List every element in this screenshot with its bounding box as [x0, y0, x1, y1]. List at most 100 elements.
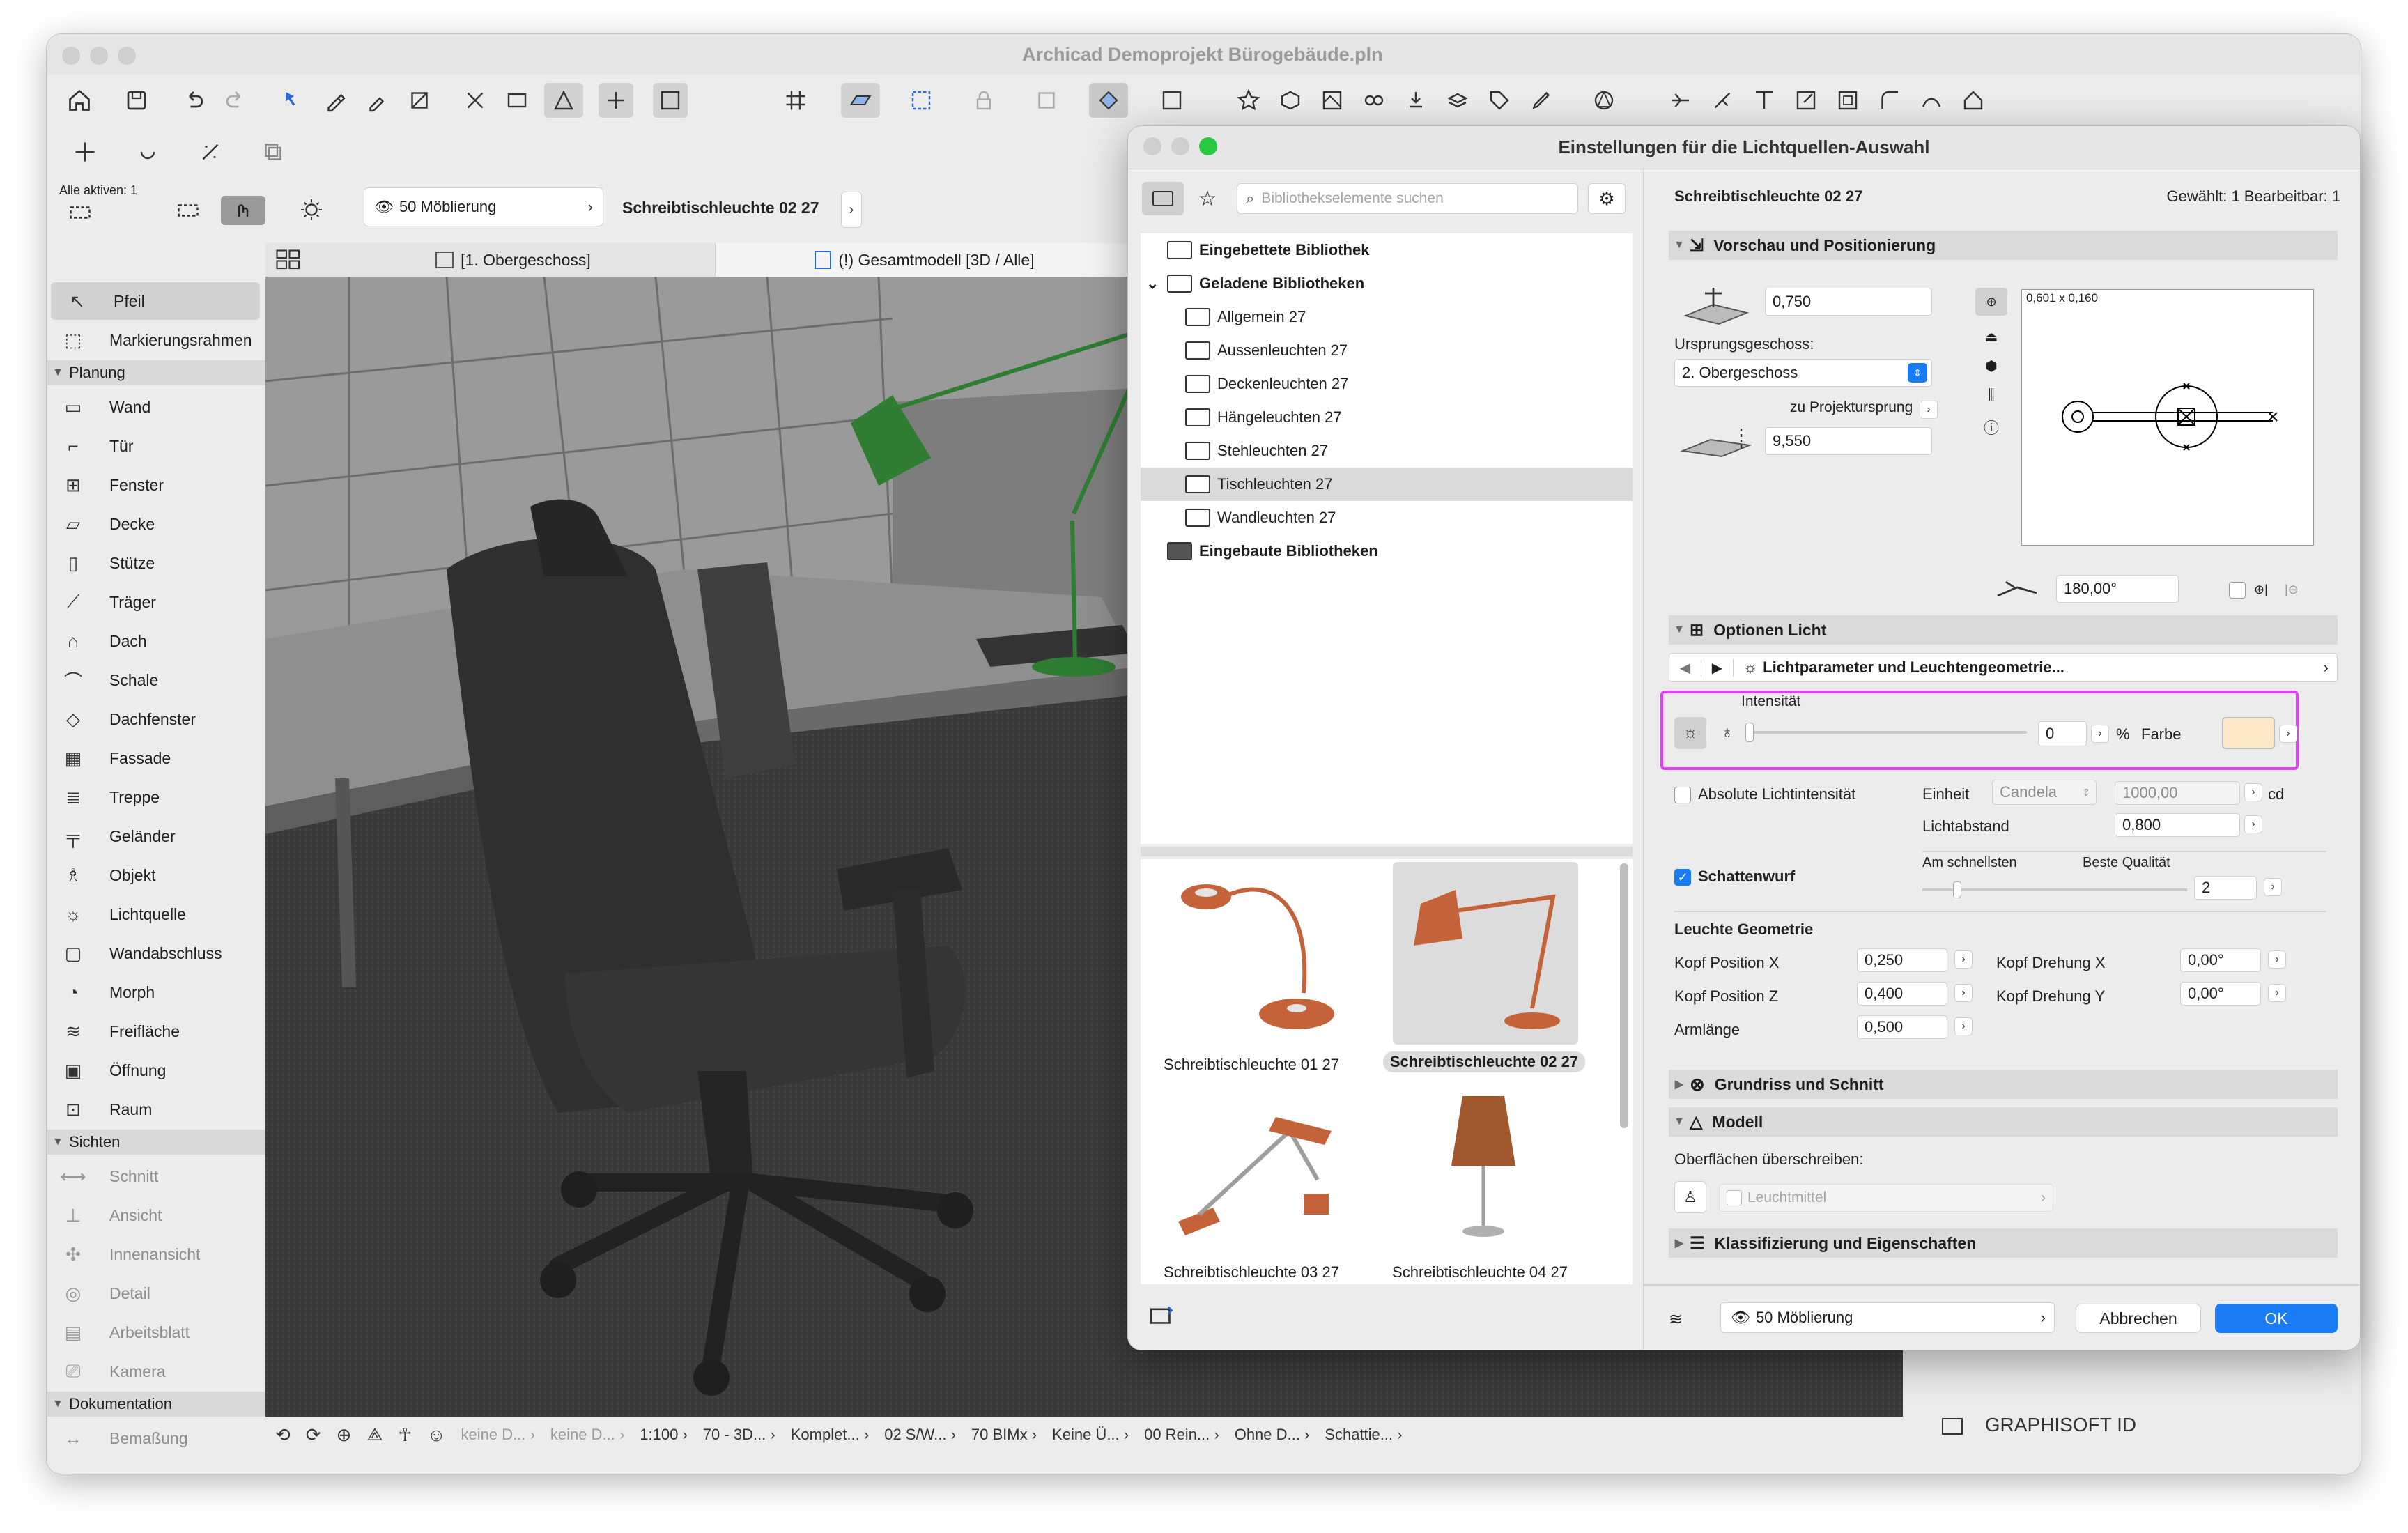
tool-lichtquelle[interactable]: ☼ Lichtquelle: [47, 895, 265, 933]
model-section-header[interactable]: ▼ △ Modell: [1669, 1107, 2338, 1137]
tool-wand[interactable]: ▭ Wand: [47, 388, 265, 426]
teamwork-icon[interactable]: [1155, 83, 1189, 118]
snap-guides-icon[interactable]: [599, 83, 633, 118]
move-icon[interactable]: [68, 136, 102, 168]
slider-thumb[interactable]: [1953, 881, 1961, 898]
tool-schnitt[interactable]: ⟷ Schnitt: [47, 1157, 265, 1195]
section-dokumentation[interactable]: ▼ Dokumentation: [47, 1392, 265, 1417]
library-search-input[interactable]: ⌕ Bibliothekselemente suchen: [1237, 183, 1578, 214]
preview-window[interactable]: 0,601 x 0,160: [2021, 289, 2314, 546]
renovation-icon[interactable]: [1587, 83, 1621, 118]
light-on-icon[interactable]: ☼: [1674, 717, 1706, 749]
align-icon[interactable]: [1747, 83, 1782, 118]
elevation-field[interactable]: 0,750: [1765, 288, 1932, 316]
library-tree-item[interactable]: Allgemein 27: [1141, 300, 1633, 334]
resize-icon[interactable]: [1789, 83, 1823, 118]
tool-dachfenster[interactable]: ◇ Dachfenster: [47, 700, 265, 738]
close-window-button[interactable]: [62, 47, 80, 65]
status-item[interactable]: 70 BIMx ›: [971, 1426, 1037, 1444]
selection-mode-icon[interactable]: [59, 200, 101, 225]
find-select-icon[interactable]: [277, 83, 311, 118]
library-tree-item[interactable]: ⌄ Geladene Bibliotheken: [1141, 267, 1633, 300]
tool-markierungsrahmen[interactable]: ⬚ Markierungsrahmen: [47, 321, 265, 359]
head-rot-x-chevron[interactable]: ›: [2268, 950, 2286, 969]
marquee-3d-icon[interactable]: [904, 83, 939, 118]
library-tree-item[interactable]: Deckenleuchten 27: [1141, 367, 1633, 401]
section-planung[interactable]: ▼ Planung: [47, 360, 265, 385]
preview-elevation-icon[interactable]: ⫼: [1975, 381, 2007, 409]
grid-icon[interactable]: [778, 83, 813, 118]
intensity-slider[interactable]: [1745, 720, 2027, 745]
snap-icon[interactable]: [458, 83, 493, 118]
distance-chevron[interactable]: ›: [2244, 815, 2262, 833]
origin-story-select[interactable]: 2. Obergeschoss ⇕: [1674, 359, 1932, 387]
zoom-window-button[interactable]: [118, 47, 136, 65]
pick-up-icon[interactable]: [402, 83, 437, 118]
thumbnail-scrollbar[interactable]: [1620, 863, 1628, 1128]
status-item[interactable]: 70 - 3D... ›: [703, 1426, 775, 1444]
status-item[interactable]: 1:100 ›: [640, 1426, 688, 1444]
arm-length-chevron[interactable]: ›: [1954, 1017, 1973, 1035]
trace-icon[interactable]: [653, 83, 688, 118]
tool-öffnung[interactable]: ▣ Öffnung: [47, 1051, 265, 1089]
tool-objekt[interactable]: ♗ Objekt: [47, 856, 265, 894]
classification-section-header[interactable]: ▶ ☰ Klassifizierung und Eigenschaften: [1669, 1228, 2338, 1258]
model-view-icon[interactable]: [1273, 83, 1308, 118]
thumbnail-lamp-03[interactable]: Schreibtischleuchte 03 27: [1150, 1089, 1352, 1284]
head-rot-y-chevron[interactable]: ›: [2268, 984, 2286, 1002]
grid-snap-icon[interactable]: [500, 83, 534, 118]
subpage-selector[interactable]: ◀ ▶ ☼ Lichtparameter und Leuchtengeometr…: [1669, 653, 2338, 682]
shadow-quality-slider[interactable]: [1922, 879, 2187, 900]
save-icon[interactable]: [119, 83, 154, 118]
tool-ansicht[interactable]: ⊥ Ansicht: [47, 1196, 265, 1234]
intensity-field[interactable]: 0: [2038, 721, 2087, 746]
preview-3d-icon[interactable]: ⬢: [1975, 352, 2007, 380]
absolute-intensity-checkbox[interactable]: [1674, 787, 1691, 803]
eyedropper-icon[interactable]: [318, 83, 353, 118]
slider-thumb[interactable]: [1745, 723, 1754, 742]
undo-icon[interactable]: [176, 83, 211, 118]
distance-field[interactable]: 0,800: [2115, 813, 2240, 837]
light-bulb-icon[interactable]: ♁: [1713, 717, 1741, 749]
preview-section-icon[interactable]: ⏏: [1975, 323, 2007, 350]
tool-träger[interactable]: ⟋ Träger: [47, 583, 265, 621]
floorplan-section-header[interactable]: ▶ ⊗ Grundriss und Schnitt: [1669, 1070, 2338, 1099]
library-tree-item[interactable]: Tischleuchten 27: [1141, 468, 1633, 501]
status-item[interactable]: 00 Rein... ›: [1144, 1426, 1219, 1444]
head-pos-z-chevron[interactable]: ›: [1954, 984, 1973, 1002]
rotate-icon[interactable]: [130, 136, 165, 168]
layer-dropdown[interactable]: 👁 50 Möblierung ›: [364, 187, 603, 226]
tool-decke[interactable]: ▱ Decke: [47, 505, 265, 543]
light-section-header[interactable]: ▼ ⊞ Optionen Licht: [1669, 615, 2338, 645]
dialog-layer-dropdown[interactable]: 👁 50 Möblierung ›: [1720, 1302, 2055, 1333]
folder-view-icon[interactable]: [1142, 182, 1184, 215]
head-pos-z-field[interactable]: 0,400: [1857, 982, 1947, 1006]
roof-tool-icon[interactable]: [1956, 83, 1991, 118]
shadow-quality-chevron[interactable]: ›: [2264, 878, 2282, 896]
explode-icon[interactable]: [1705, 83, 1740, 118]
link-icon[interactable]: [1357, 83, 1391, 118]
subpage-next-icon[interactable]: ▶: [1701, 658, 1734, 677]
tool-schale[interactable]: ⌒ Schale: [47, 661, 265, 699]
status-tool-icon[interactable]: ☥: [399, 1424, 412, 1446]
mirror-checkbox[interactable]: [2229, 582, 2246, 599]
drag-icon[interactable]: [221, 196, 265, 225]
suspend-groups-icon[interactable]: [1089, 83, 1128, 118]
paint-bucket-icon[interactable]: ♙: [1674, 1181, 1706, 1213]
splitter[interactable]: [1141, 847, 1633, 856]
tool-geländer[interactable]: ╤ Geländer: [47, 817, 265, 855]
tool-wandabschluss[interactable]: ▢ Wandabschluss: [47, 934, 265, 972]
library-tree-item[interactable]: Eingebaute Bibliotheken: [1141, 534, 1633, 568]
tool-fenster[interactable]: ⊞ Fenster: [47, 466, 265, 504]
tool-stütze[interactable]: ▯ Stütze: [47, 544, 265, 582]
mirror-icon[interactable]: [193, 136, 228, 168]
tool-kamera[interactable]: ⎚ Kamera: [47, 1353, 265, 1390]
status-item[interactable]: keine D... ›: [550, 1426, 624, 1444]
light-color-swatch[interactable]: [2222, 717, 2275, 749]
home-icon[interactable]: [62, 83, 97, 118]
redo-icon[interactable]: [218, 83, 253, 118]
stretch-icon[interactable]: [1830, 83, 1865, 118]
head-rot-x-field[interactable]: 0,00°: [2180, 948, 2261, 972]
status-item[interactable]: Keine Ü... ›: [1052, 1426, 1129, 1444]
preview-section-header[interactable]: ▼ ⇲ Vorschau und Positionierung: [1669, 231, 2338, 260]
